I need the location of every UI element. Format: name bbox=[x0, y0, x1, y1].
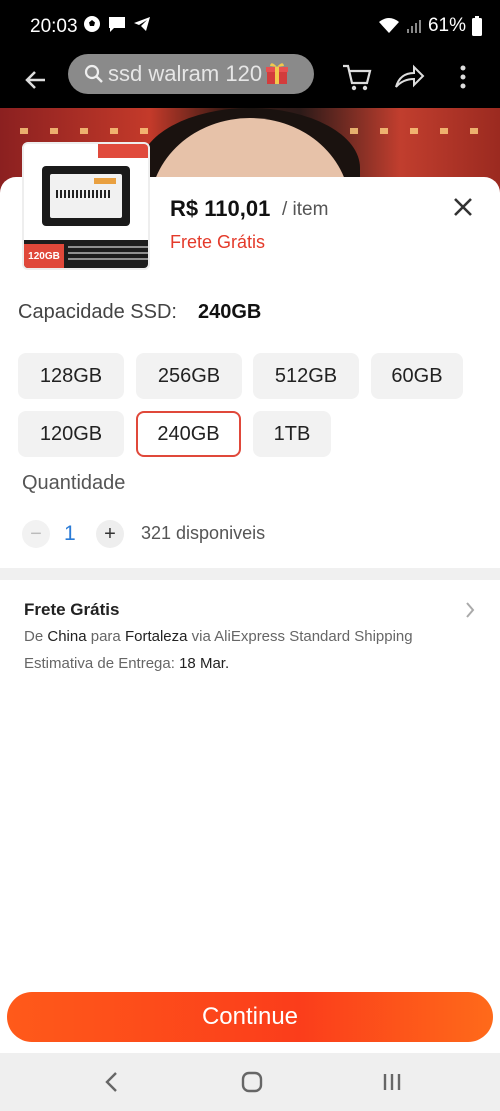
free-shipping-label: Frete Grátis bbox=[170, 232, 266, 252]
status-time: 20:03 bbox=[30, 16, 78, 37]
more-vertical-icon[interactable] bbox=[452, 60, 474, 94]
quantity-value[interactable]: 1 bbox=[64, 522, 76, 546]
shipping-method: AliExpress Standard Shipping bbox=[214, 628, 413, 645]
battery-percent: 61% bbox=[427, 15, 466, 36]
message-icon bbox=[109, 17, 125, 32]
gift-icon[interactable] bbox=[264, 60, 290, 86]
telegram-icon bbox=[134, 17, 150, 31]
system-icons: 61% bbox=[378, 15, 482, 37]
capacity-option-60gb[interactable]: 60GB bbox=[371, 353, 463, 399]
quantity-decrease-button[interactable]: − bbox=[22, 520, 50, 548]
nav-back-icon[interactable] bbox=[100, 1069, 124, 1095]
cart-icon[interactable] bbox=[340, 60, 374, 94]
search-icon bbox=[84, 64, 104, 84]
delivery-estimate: Estimativa de Entrega: 18 Mar. bbox=[24, 655, 230, 672]
search-query: ssd walram 120 bbox=[108, 61, 263, 86]
nav-recent-apps-icon[interactable] bbox=[380, 1069, 404, 1095]
price-unit: / item bbox=[282, 199, 329, 220]
signal-icon bbox=[406, 20, 421, 33]
shipping-route: De China para Fortaleza via AliExpress S… bbox=[24, 628, 413, 645]
shipping-title[interactable]: Frete Grátis bbox=[24, 600, 119, 620]
delivery-date: 18 Mar. bbox=[179, 655, 230, 672]
shipping-origin: China bbox=[47, 628, 87, 645]
capacity-label: Capacidade SSD: bbox=[18, 301, 177, 323]
product-thumbnail[interactable]: 120GB bbox=[22, 142, 150, 270]
product-price: R$ 110,01 bbox=[170, 196, 271, 221]
wifi-icon bbox=[378, 18, 399, 33]
section-divider bbox=[0, 568, 500, 580]
back-button[interactable] bbox=[20, 64, 52, 96]
soccer-ball-icon bbox=[84, 16, 100, 32]
quantity-increase-button[interactable]: + bbox=[96, 520, 124, 548]
capacity-option-120gb[interactable]: 120GB bbox=[18, 411, 124, 457]
capacity-option-128gb[interactable]: 128GB bbox=[18, 353, 124, 399]
capacity-selected-value: 240GB bbox=[198, 301, 262, 323]
search-input[interactable]: ssd walram 120 bbox=[68, 54, 314, 94]
quantity-label: Quantidade bbox=[22, 472, 126, 494]
capacity-option-240gb[interactable]: 240GB bbox=[136, 411, 241, 457]
capacity-option-512gb[interactable]: 512GB bbox=[253, 353, 359, 399]
notification-icons bbox=[83, 15, 151, 33]
system-navigation-bar bbox=[0, 1053, 500, 1111]
share-icon[interactable] bbox=[392, 60, 426, 94]
app-bar: ssd walram 120 bbox=[0, 52, 500, 108]
nav-home-icon[interactable] bbox=[240, 1069, 264, 1095]
arrow-left-icon bbox=[25, 71, 45, 89]
close-icon[interactable] bbox=[450, 194, 476, 220]
shipping-destination: Fortaleza bbox=[124, 628, 188, 645]
thumbnail-capacity-badge: 120GB bbox=[24, 244, 64, 268]
status-bar: 20:03 61% bbox=[0, 0, 500, 52]
capacity-option-256gb[interactable]: 256GB bbox=[136, 353, 242, 399]
capacity-option-1tb[interactable]: 1TB bbox=[253, 411, 331, 457]
battery-icon bbox=[472, 16, 482, 36]
available-stock: 321 disponiveis bbox=[141, 523, 266, 543]
continue-button[interactable]: Continue bbox=[7, 992, 493, 1042]
ssd-image bbox=[42, 166, 130, 226]
chevron-right-icon[interactable] bbox=[462, 600, 478, 620]
